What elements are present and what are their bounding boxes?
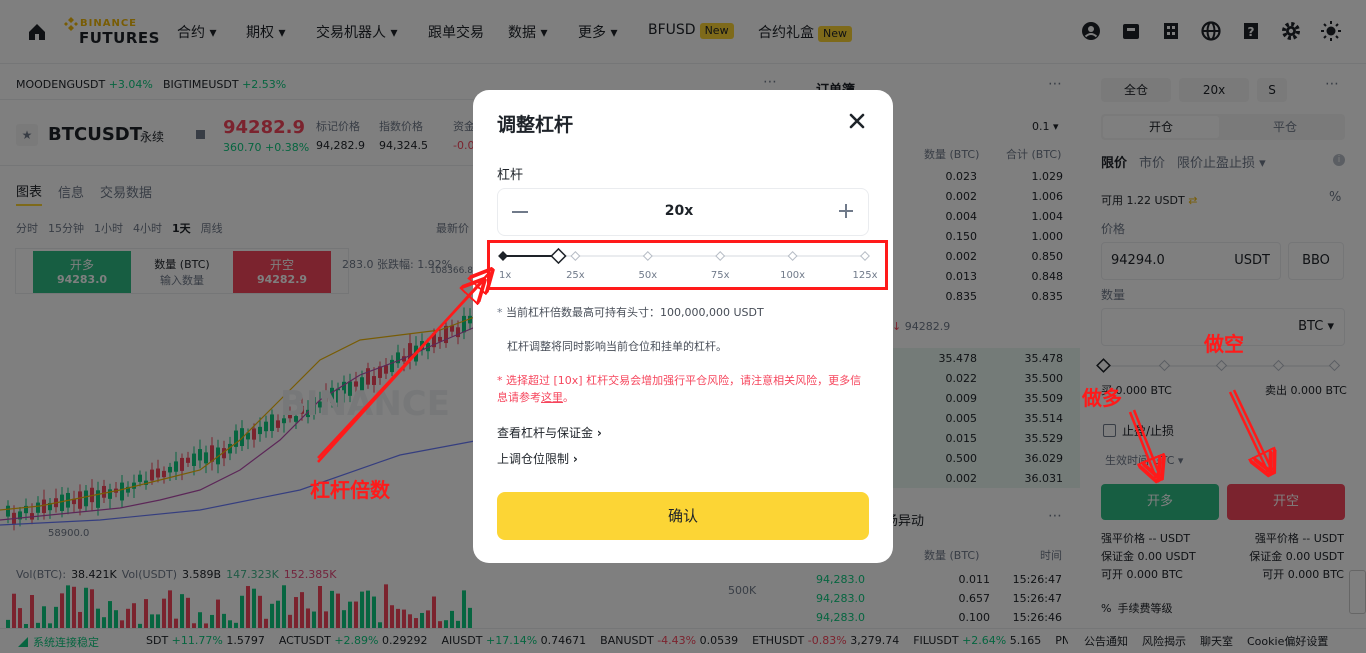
- annotation-short: 做空: [1204, 332, 1244, 356]
- annotation-long: 做多: [1082, 386, 1122, 410]
- annotation-leverage: 杠杆倍数: [310, 478, 390, 502]
- annotation-arrows: [317, 0, 1366, 653]
